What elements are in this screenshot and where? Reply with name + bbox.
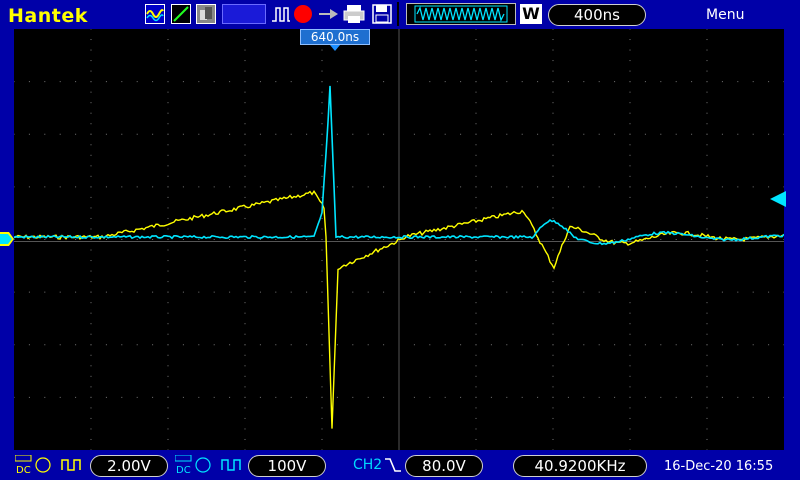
trigger-source-label[interactable]: CH2: [353, 457, 382, 473]
waveform-overview[interactable]: [406, 3, 516, 25]
ch1-bw-icon[interactable]: [60, 456, 86, 478]
ch2-coupling-dc-icon[interactable]: DC: [174, 454, 215, 479]
datetime-display: 16-Dec-20 16:55: [664, 459, 774, 474]
separator: [397, 2, 399, 26]
auto-icon[interactable]: [145, 4, 165, 24]
run-icon[interactable]: [294, 5, 312, 23]
falling-edge-icon[interactable]: [384, 456, 402, 478]
pulse-icon[interactable]: [271, 5, 291, 27]
persistence-icon[interactable]: [196, 4, 216, 24]
window-badge[interactable]: W: [520, 4, 542, 24]
timebase-readout[interactable]: 400ns: [548, 4, 646, 26]
brand-logo: Hantek: [8, 5, 88, 27]
save-icon[interactable]: [372, 4, 392, 28]
trigger-icon[interactable]: [318, 6, 340, 26]
rising-edge-icon[interactable]: [171, 4, 191, 24]
ch1-ground-marker-icon[interactable]: [0, 231, 14, 250]
ch2-bw-icon[interactable]: [220, 456, 246, 478]
frequency-readout: 40.9200KHz: [513, 455, 647, 477]
menu-button[interactable]: Menu: [706, 7, 744, 23]
trigger-level-marker-icon[interactable]: [770, 191, 786, 211]
trigger-level-readout[interactable]: 80.0V: [405, 455, 483, 477]
svg-text:DC: DC: [16, 465, 31, 475]
print-icon[interactable]: [343, 4, 365, 28]
mode-box[interactable]: [222, 4, 266, 24]
ch1-volts-readout[interactable]: 2.00V: [90, 455, 168, 477]
trigger-position-arrow-icon: [330, 45, 340, 51]
ch1-coupling-dc-icon[interactable]: DC: [14, 454, 55, 479]
svg-text:DC: DC: [176, 465, 191, 475]
ch2-volts-readout[interactable]: 100V: [248, 455, 326, 477]
trigger-position-label[interactable]: 640.0ns: [300, 29, 370, 45]
scope-screen: [13, 28, 785, 451]
